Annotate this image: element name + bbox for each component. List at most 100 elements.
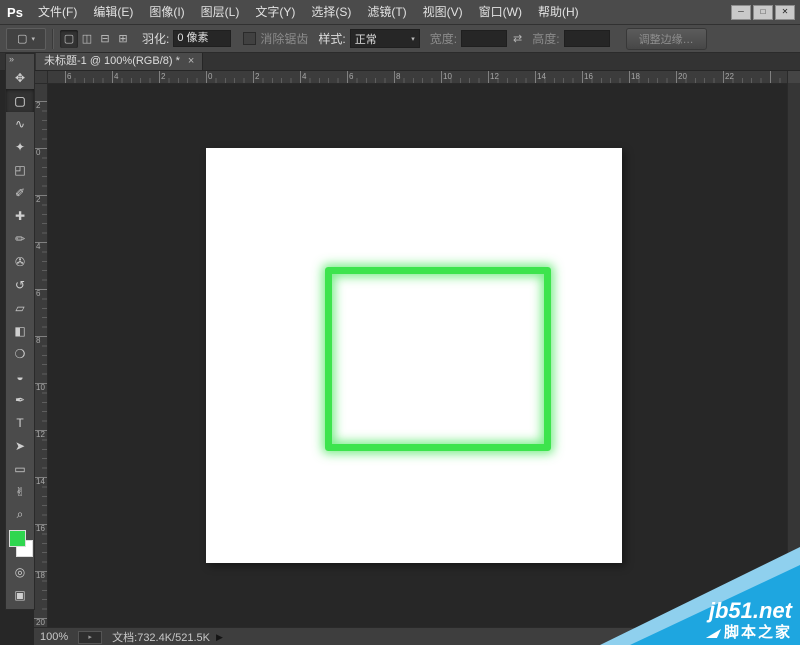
h-ruler-label: 6 [67, 72, 71, 81]
pen-tool-icon[interactable]: ✒ [6, 388, 34, 411]
tab-close-icon[interactable]: × [188, 52, 194, 70]
restore-button[interactable]: □ [753, 5, 773, 20]
width-input[interactable] [461, 30, 507, 47]
menu-window[interactable]: 窗口(W) [471, 0, 530, 24]
minimize-button[interactable]: ─ [731, 5, 751, 20]
move-tool-icon[interactable]: ✥ [6, 66, 34, 89]
h-ruler-label: 2 [255, 72, 259, 81]
history-brush-tool-icon[interactable]: ↺ [6, 273, 34, 296]
status-popup-box[interactable]: ▸ [78, 631, 102, 644]
hand-tool-icon[interactable]: ✌ [6, 480, 34, 503]
menu-view[interactable]: 视图(V) [415, 0, 471, 24]
eyedropper-tool-icon[interactable]: ✐ [6, 181, 34, 204]
link-dimensions-icon[interactable]: ⇄ [513, 32, 522, 45]
separator [52, 29, 54, 49]
document-tab-title: 未标题-1 @ 100%(RGB/8) * [44, 52, 180, 70]
neon-rectangle-shape [325, 267, 551, 451]
clone-stamp-tool-icon[interactable]: ✇ [6, 250, 34, 273]
antialias-label: 消除锯齿 [260, 30, 308, 47]
jb51-logo-icon [706, 629, 721, 638]
window-controls: ─ □ ✕ [731, 5, 795, 20]
rectangular-marquee-tool-icon[interactable]: ▢ [6, 89, 34, 112]
subtract-selection-icon[interactable]: ⊟ [96, 30, 114, 48]
menu-edit[interactable]: 编辑(E) [85, 0, 141, 24]
height-input[interactable] [564, 30, 610, 47]
refine-edge-button[interactable]: 调整边缘… [626, 28, 707, 50]
v-ruler-label: 14 [36, 478, 46, 486]
collapse-panel-icon[interactable]: » [6, 54, 34, 66]
h-ruler-label: 22 [725, 72, 734, 81]
menu-bar: Ps 文件(F) 编辑(E) 图像(I) 图层(L) 文字(Y) 选择(S) 滤… [0, 0, 800, 25]
marquee-tool-icon: ▢ [17, 32, 27, 45]
style-dropdown[interactable]: 正常 ▾ [350, 29, 420, 48]
tool-options-bar: ▢ ▾ ▢ ◫ ⊟ ⊞ 羽化: 0 像素 消除锯齿 样式: 正常 ▾ 宽度: ⇄… [0, 25, 800, 53]
foreground-color-swatch[interactable] [9, 530, 26, 547]
quick-mask-tool-icon[interactable]: ◎ [6, 560, 34, 583]
menu-type[interactable]: 文字(Y) [247, 0, 303, 24]
screen-mode-tool-icon[interactable]: ▣ [6, 583, 34, 606]
watermark-site: jb51.net [708, 599, 792, 623]
h-ruler-label: 4 [302, 72, 306, 81]
h-ruler-label: 16 [584, 72, 593, 81]
v-ruler-label: 2 [36, 102, 46, 110]
document-tab-bar: 未标题-1 @ 100%(RGB/8) * × [0, 52, 800, 71]
lasso-tool-icon[interactable]: ∿ [6, 112, 34, 135]
menu-select[interactable]: 选择(S) [303, 0, 359, 24]
blur-tool-icon[interactable]: ❍ [6, 342, 34, 365]
v-ruler-label: 16 [36, 525, 46, 533]
watermark-name-row: 脚本之家 [708, 623, 792, 643]
status-menu-arrow-icon[interactable]: ▶ [216, 632, 223, 643]
h-ruler-label: 10 [443, 72, 452, 81]
h-ruler-label: 20 [678, 72, 687, 81]
v-ruler-label: 2 [36, 196, 46, 204]
new-selection-icon[interactable]: ▢ [60, 30, 78, 48]
vertical-ruler[interactable]: 2 0 2 4 6 8 10 12 14 16 18 20 [34, 83, 48, 627]
zoom-level-input[interactable]: 100% [40, 631, 68, 643]
chevron-down-icon: ▾ [31, 35, 35, 43]
menu-file[interactable]: 文件(F) [30, 0, 85, 24]
quick-selection-tool-icon[interactable]: ✦ [6, 135, 34, 158]
scrollbar-track[interactable] [787, 70, 800, 627]
antialias-checkbox[interactable] [243, 32, 256, 45]
document-tab[interactable]: 未标题-1 @ 100%(RGB/8) * × [36, 52, 203, 70]
close-button[interactable]: ✕ [775, 5, 795, 20]
feather-label: 羽化: [142, 30, 169, 47]
intersect-selection-icon[interactable]: ⊞ [114, 30, 132, 48]
v-ruler-label: 8 [36, 337, 46, 345]
zoom-tool-icon[interactable]: ⌕ [6, 503, 34, 526]
h-ruler-label: 18 [631, 72, 640, 81]
watermark: jb51.net 脚本之家 [708, 599, 792, 643]
menu-image[interactable]: 图像(I) [141, 0, 192, 24]
brush-tool-icon[interactable]: ✏ [6, 227, 34, 250]
type-tool-icon[interactable]: T [6, 411, 34, 434]
menu-filter[interactable]: 滤镜(T) [359, 0, 414, 24]
gradient-tool-icon[interactable]: ◧ [6, 319, 34, 342]
v-ruler-label: 10 [36, 384, 46, 392]
menu-help[interactable]: 帮助(H) [530, 0, 587, 24]
menu-layer[interactable]: 图层(L) [193, 0, 248, 24]
crop-tool-icon[interactable]: ◰ [6, 158, 34, 181]
v-ruler-label: 6 [36, 290, 46, 298]
spot-healing-tool-icon[interactable]: ✚ [6, 204, 34, 227]
path-selection-tool-icon[interactable]: ➤ [6, 434, 34, 457]
feather-input[interactable]: 0 像素 [173, 30, 231, 47]
watermark-name: 脚本之家 [724, 623, 792, 643]
tools-panel: » ✥ ▢ ∿ ✦ ◰ ✐ ✚ ✏ ✇ ↺ ▱ ◧ ❍ ◒ ✒ T ➤ ▭ ✌ … [5, 53, 35, 610]
h-ruler-label: 0 [208, 72, 212, 81]
h-ruler-label: 8 [396, 72, 400, 81]
h-ruler-label: 12 [490, 72, 499, 81]
v-ruler-label: 0 [36, 149, 46, 157]
shape-tool-icon[interactable]: ▭ [6, 457, 34, 480]
v-ruler-label: 12 [36, 431, 46, 439]
h-ruler-label: 2 [161, 72, 165, 81]
add-to-selection-icon[interactable]: ◫ [78, 30, 96, 48]
eraser-tool-icon[interactable]: ▱ [6, 296, 34, 319]
photoshop-window: Ps 文件(F) 编辑(E) 图像(I) 图层(L) 文字(Y) 选择(S) 滤… [0, 0, 800, 645]
color-swatches [6, 528, 34, 558]
h-ruler-label: 4 [114, 72, 118, 81]
ruler-origin [34, 70, 48, 84]
horizontal-ruler[interactable]: 6 4 2 0 2 4 6 8 10 12 14 16 18 20 22 [34, 70, 787, 84]
dodge-tool-icon[interactable]: ◒ [6, 365, 34, 388]
scrollbar-cap [788, 70, 800, 83]
tool-preset-picker[interactable]: ▢ ▾ [6, 28, 46, 50]
